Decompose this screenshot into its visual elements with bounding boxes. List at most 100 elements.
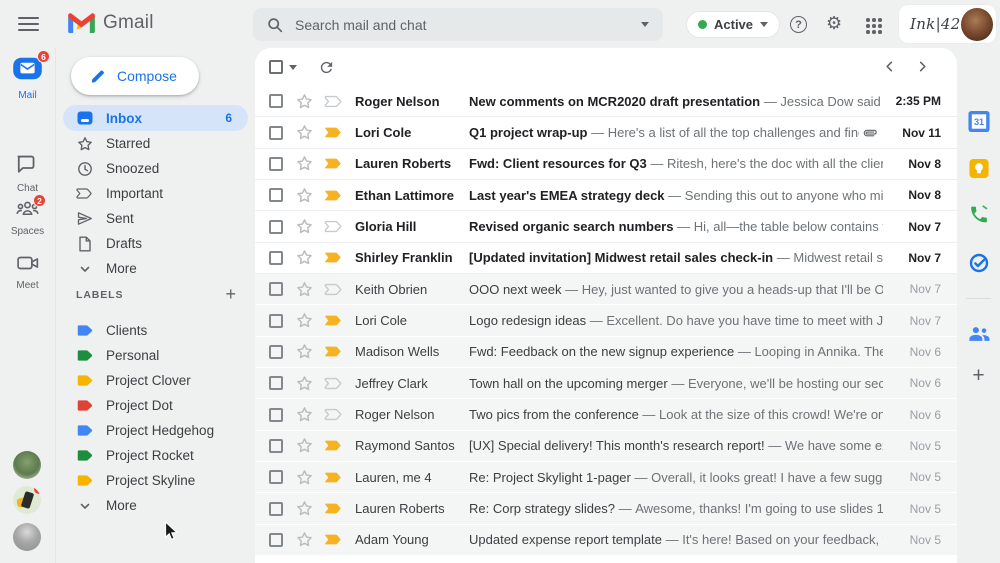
importance-marker-icon[interactable] (324, 471, 343, 484)
star-icon[interactable] (296, 437, 313, 454)
email-row[interactable]: Lauren Roberts Re: Corp strategy slides?… (255, 493, 957, 524)
sidebar-item-more[interactable]: More (56, 256, 256, 281)
sidebar-label-clients[interactable]: Clients (56, 318, 256, 343)
importance-marker-icon[interactable] (324, 189, 343, 202)
contact-avatar-2[interactable] (13, 486, 41, 514)
sidebar-label-project-clover[interactable]: Project Clover (56, 368, 256, 393)
select-all-checkbox[interactable] (269, 60, 283, 74)
star-icon[interactable] (296, 500, 313, 517)
compose-button[interactable]: Compose (71, 57, 199, 95)
older-page-chevron-icon[interactable] (916, 60, 929, 73)
star-icon[interactable] (296, 375, 313, 392)
sidebar-label-project-dot[interactable]: Project Dot (56, 393, 256, 418)
star-icon[interactable] (296, 343, 313, 360)
importance-marker-icon[interactable] (324, 439, 343, 452)
star-icon[interactable] (296, 281, 313, 298)
row-checkbox[interactable] (269, 439, 283, 453)
voice-icon[interactable] (968, 204, 989, 225)
email-row[interactable]: Raymond Santos [UX] Special delivery! Th… (255, 431, 957, 462)
importance-marker-icon[interactable] (324, 126, 343, 139)
sidebar-item-inbox[interactable]: Inbox 6 (63, 105, 248, 131)
importance-marker-icon[interactable] (324, 95, 343, 108)
email-row[interactable]: Lori Cole Q1 project wrap-up — Here's a … (255, 117, 957, 148)
row-checkbox[interactable] (269, 220, 283, 234)
sidebar-item-important[interactable]: Important (56, 181, 256, 206)
get-add-ons-plus-icon[interactable]: + (972, 364, 984, 388)
refresh-icon[interactable] (318, 59, 335, 76)
hamburger-menu-icon[interactable] (18, 17, 39, 31)
importance-marker-icon[interactable] (324, 533, 343, 546)
user-avatar[interactable] (961, 8, 993, 41)
row-checkbox[interactable] (269, 533, 283, 547)
help-icon[interactable]: ? (790, 16, 807, 33)
row-checkbox[interactable] (269, 188, 283, 202)
star-icon[interactable] (296, 155, 313, 172)
email-row[interactable]: Madison Wells Fwd: Feedback on the new s… (255, 337, 957, 368)
row-checkbox[interactable] (269, 94, 283, 108)
email-row[interactable]: Lauren Roberts Fwd: Client resources for… (255, 149, 957, 180)
rail-item-meet[interactable]: Meet (0, 255, 55, 291)
row-checkbox[interactable] (269, 345, 283, 359)
star-icon[interactable] (296, 218, 313, 235)
star-icon[interactable] (296, 312, 313, 329)
sidebar-labels-more[interactable]: More (56, 493, 256, 518)
email-row[interactable]: Ethan Lattimore Last year's EMEA strateg… (255, 180, 957, 211)
rail-item-mail[interactable]: 6 Mail (0, 56, 55, 101)
row-checkbox[interactable] (269, 157, 283, 171)
star-icon[interactable] (296, 469, 313, 486)
sidebar-label-project-skyline[interactable]: Project Skyline (56, 468, 256, 493)
search-bar[interactable] (253, 8, 663, 41)
star-icon[interactable] (296, 124, 313, 141)
star-icon[interactable] (296, 531, 313, 548)
tasks-icon[interactable] (968, 252, 990, 274)
rail-item-chat[interactable]: Chat (0, 155, 55, 194)
contact-avatar-3[interactable] (13, 523, 41, 551)
row-checkbox[interactable] (269, 126, 283, 140)
sidebar-label-personal[interactable]: Personal (56, 343, 256, 368)
row-checkbox[interactable] (269, 314, 283, 328)
row-checkbox[interactable] (269, 502, 283, 516)
importance-marker-icon[interactable] (324, 408, 343, 421)
importance-marker-icon[interactable] (324, 157, 343, 170)
sidebar-label-project-hedgehog[interactable]: Project Hedgehog (56, 418, 256, 443)
settings-gear-icon[interactable]: ⚙ (826, 13, 842, 34)
email-row[interactable]: Gloria Hill Revised organic search numbe… (255, 211, 957, 242)
rail-item-spaces[interactable]: 2 Spaces (0, 200, 55, 237)
calendar-icon[interactable]: 31 (967, 110, 990, 133)
row-checkbox[interactable] (269, 408, 283, 422)
contact-avatar-1[interactable] (13, 451, 41, 479)
row-checkbox[interactable] (269, 251, 283, 265)
importance-marker-icon[interactable] (324, 251, 343, 264)
importance-marker-icon[interactable] (324, 283, 343, 296)
email-row[interactable]: Adam Young Updated expense report templa… (255, 525, 957, 556)
importance-marker-icon[interactable] (324, 220, 343, 233)
email-row[interactable]: Roger Nelson New comments on MCR2020 dra… (255, 86, 957, 117)
star-icon[interactable] (296, 93, 313, 110)
row-checkbox[interactable] (269, 376, 283, 390)
email-row[interactable]: Lori Cole Logo redesign ideas — Excellen… (255, 305, 957, 336)
importance-marker-icon[interactable] (324, 502, 343, 515)
email-row[interactable]: Lauren, me 4 Re: Project Skylight 1-page… (255, 462, 957, 493)
google-apps-grid-icon[interactable] (866, 18, 882, 34)
email-row[interactable]: Jeffrey Clark Town hall on the upcoming … (255, 368, 957, 399)
search-options-caret-icon[interactable] (641, 22, 649, 27)
importance-marker-icon[interactable] (324, 314, 343, 327)
row-checkbox[interactable] (269, 470, 283, 484)
newer-page-chevron-icon[interactable] (883, 60, 896, 73)
contacts-icon[interactable] (967, 325, 990, 342)
star-icon[interactable] (296, 187, 313, 204)
sidebar-item-sent[interactable]: Sent (56, 206, 256, 231)
importance-marker-icon[interactable] (324, 345, 343, 358)
star-icon[interactable] (296, 249, 313, 266)
sidebar-item-starred[interactable]: Starred (56, 131, 256, 156)
email-row[interactable]: Shirley Franklin [Updated invitation] Mi… (255, 243, 957, 274)
email-row[interactable]: Roger Nelson Two pics from the conferenc… (255, 399, 957, 430)
sidebar-item-snoozed[interactable]: Snoozed (56, 156, 256, 181)
create-label-plus-icon[interactable]: + (225, 284, 236, 305)
row-checkbox[interactable] (269, 282, 283, 296)
search-input[interactable] (295, 17, 641, 33)
select-options-caret-icon[interactable] (289, 65, 297, 70)
star-icon[interactable] (296, 406, 313, 423)
sidebar-label-project-rocket[interactable]: Project Rocket (56, 443, 256, 468)
keep-icon[interactable] (968, 158, 989, 179)
